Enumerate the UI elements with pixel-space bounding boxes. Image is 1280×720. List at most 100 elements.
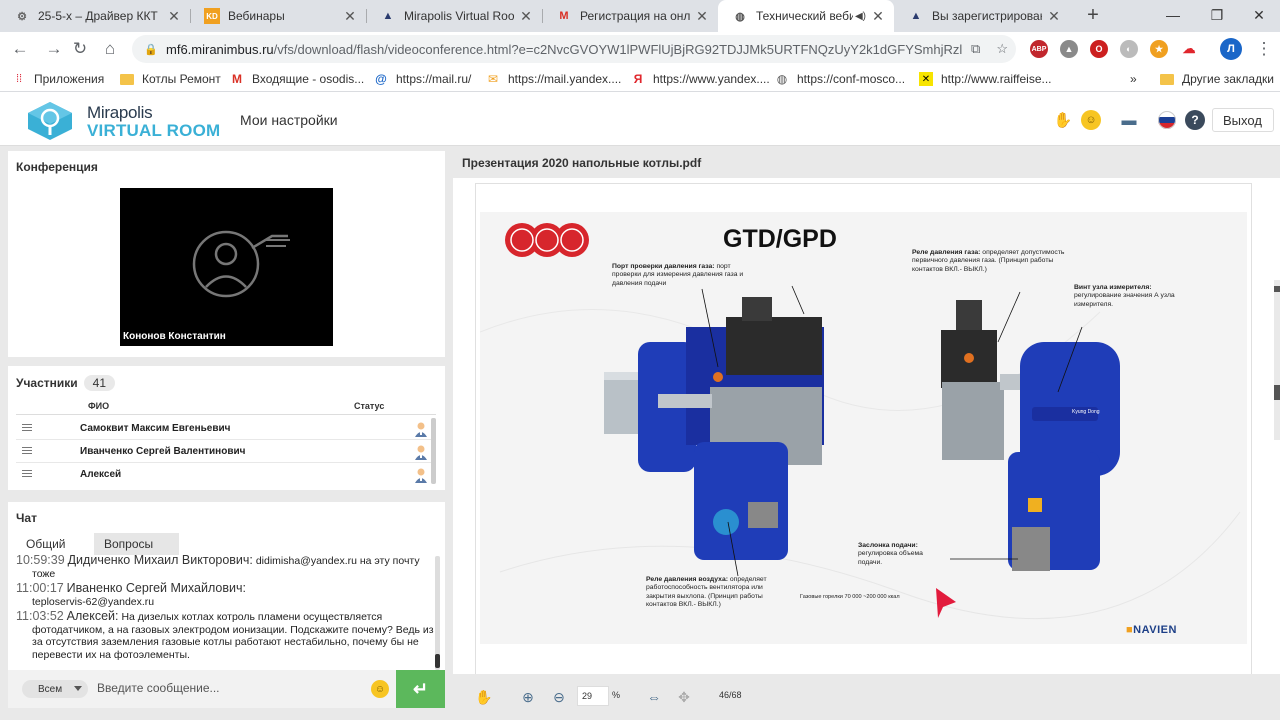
chat-title: Чат <box>16 511 37 525</box>
mirapolis-favicon-icon: ▲ <box>910 10 922 22</box>
participants-scrollbar[interactable] <box>431 418 436 484</box>
close-tab-icon[interactable]: ✕ <box>870 8 886 25</box>
browser-tab[interactable]: ▲ Вы зарегистрированы ✕ <box>894 0 1070 32</box>
zoom-out-icon[interactable]: ⊖ <box>550 688 568 706</box>
pan-hand-icon[interactable]: ✋ <box>475 688 493 706</box>
new-tab-button[interactable]: + <box>1082 4 1104 26</box>
restore-window-button[interactable]: ❐ <box>1196 0 1238 30</box>
lock-icon: 🔒 <box>144 43 158 56</box>
language-flag-icon[interactable] <box>1157 110 1177 130</box>
emoji-status-icon[interactable]: ☺ <box>1081 110 1101 130</box>
drag-handle-icon[interactable] <box>22 424 32 433</box>
browser-tab[interactable]: KD Вебинары ✕ <box>190 0 366 32</box>
zoom-in-icon[interactable]: ⊕ <box>519 688 537 706</box>
shield-extension-icon[interactable]: ◐ <box>1120 40 1138 58</box>
chat-scrollbar-thumb[interactable] <box>435 654 440 668</box>
column-header-name[interactable]: ФИО <box>88 401 109 411</box>
home-icon[interactable]: ⌂ <box>98 38 122 60</box>
bookmark-link[interactable]: @ https://mail.ru/ <box>374 70 471 88</box>
bookmark-folder[interactable]: Котлы Ремонт <box>120 70 221 88</box>
reload-icon[interactable]: ↻ <box>68 38 92 60</box>
bookmark-link[interactable]: ✕ http://www.raiffeise... <box>919 70 1052 88</box>
presentation-header: Презентация 2020 напольные котлы.pdf <box>453 146 1280 178</box>
folder-icon <box>1160 72 1174 86</box>
my-settings-link[interactable]: Мои настройки <box>240 112 338 128</box>
kd-favicon-icon: KD <box>204 8 220 24</box>
bookmark-link[interactable]: ◍ https://conf-mosco... <box>775 70 905 88</box>
participant-row[interactable]: Иванченко Сергей Валентинович <box>16 440 436 463</box>
app-logo-text: Mirapolis VIRTUAL ROOM <box>87 103 221 140</box>
tab-chat-questions[interactable]: Вопросы <box>94 533 179 555</box>
bookmark-link[interactable]: Я https://www.yandex.... <box>631 70 770 88</box>
drag-handle-icon[interactable] <box>22 470 32 479</box>
bookmark-link[interactable]: ✉ https://mail.yandex.... <box>486 70 621 88</box>
adblock-extension-icon[interactable]: ABP <box>1030 40 1048 58</box>
profile-avatar[interactable]: Л <box>1220 38 1242 60</box>
close-tab-icon[interactable]: ✕ <box>518 8 534 25</box>
minimize-window-button[interactable]: — <box>1152 0 1194 30</box>
close-tab-icon[interactable]: ✕ <box>342 8 358 25</box>
next-slide-preview-marker[interactable] <box>1274 286 1280 292</box>
drag-handle-icon[interactable] <box>22 447 32 456</box>
presenter-pointer-icon <box>936 588 956 618</box>
bookmark-star-icon[interactable]: ☆ <box>996 41 1008 57</box>
chat-message: 11:03:52 Алексей: На дизелых котлах котр… <box>16 609 434 661</box>
user-avatar-placeholder-icon <box>192 230 290 298</box>
logout-button[interactable]: Выход <box>1212 108 1274 132</box>
bookmark-apps[interactable]: ⁞⁞ Приложения <box>12 70 104 88</box>
zoom-input[interactable]: 29 <box>577 686 609 706</box>
bookmarks-overflow-button[interactable]: » <box>1130 70 1137 88</box>
browser-tab[interactable]: ▲ Mirapolis Virtual Room ✕ <box>366 0 542 32</box>
slide-canvas: GTD/GPD Порт проверки давления газа: пор… <box>480 212 1247 644</box>
participants-table-header: ФИО Статус <box>16 399 436 415</box>
speaker-audio-icon[interactable]: ◀) <box>855 11 866 22</box>
zoom-unit: % <box>612 690 621 700</box>
close-tab-icon[interactable]: ✕ <box>166 8 182 25</box>
close-window-button[interactable]: ✕ <box>1238 0 1280 30</box>
callout-damper: Заслонка подачи: регулировка объема пода… <box>858 542 923 566</box>
slide-artwork <box>480 223 1241 620</box>
browser-tab-active[interactable]: ◍ Технический веби ◀) ✕ <box>718 0 894 32</box>
browser-tab[interactable]: M Регистрация на онлайн ✕ <box>542 0 718 32</box>
close-tab-icon[interactable]: ✕ <box>694 8 710 25</box>
callout-meter-screw: Винт узла измерителя: регулирование знач… <box>1074 284 1175 308</box>
opera-extension-icon[interactable]: O <box>1090 40 1108 58</box>
forward-arrow-icon[interactable]: → <box>42 38 66 60</box>
cloud-extension-icon[interactable]: ☁ <box>1180 40 1198 58</box>
fit-page-icon[interactable]: ✥ <box>675 688 693 706</box>
next-slide-preview-marker[interactable] <box>1274 385 1280 400</box>
folder-icon <box>120 72 134 86</box>
gmail-icon: M <box>232 72 242 86</box>
message-input[interactable]: Введите сообщение... <box>97 681 220 695</box>
chat-scrollbar-track[interactable] <box>435 556 440 670</box>
site-blocked-icon[interactable]: ⧉ <box>971 41 980 57</box>
menu-kebab-icon[interactable]: ⋮ <box>1252 38 1276 60</box>
yandex-mail-icon: ✉ <box>487 72 499 86</box>
certification-badges-icon <box>505 223 589 257</box>
recipient-select[interactable]: Всем <box>22 680 88 698</box>
raise-hand-icon[interactable]: ✋ <box>1053 110 1073 130</box>
url-text[interactable]: mf6.miranimbus.ru/vfs/download/flash/vid… <box>166 42 963 57</box>
close-tab-icon[interactable]: ✕ <box>1046 8 1062 25</box>
tab-title: Вебинары <box>228 9 285 23</box>
bookmark-link[interactable]: M Входящие - osodis... <box>230 70 364 88</box>
browser-tab[interactable]: ⚙ 25-5-х – Драйвер ККТ ✕ <box>0 0 190 32</box>
address-bar[interactable]: 🔒 mf6.miranimbus.ru/vfs/download/flash/v… <box>132 35 1016 63</box>
column-header-status[interactable]: Статус <box>354 401 384 411</box>
translate-extension-icon[interactable]: ★ <box>1150 40 1168 58</box>
other-bookmarks-folder[interactable]: Другие закладки <box>1160 70 1274 88</box>
back-arrow-icon[interactable]: ← <box>8 38 32 60</box>
emoji-picker-icon[interactable]: ☺ <box>371 680 389 698</box>
send-message-button[interactable]: ↵ <box>396 670 445 708</box>
folder-files-icon[interactable]: ▬ <box>1119 110 1139 130</box>
tab-chat-general[interactable]: Общий <box>16 533 76 555</box>
video-feed[interactable]: Кононов Константин <box>120 188 333 346</box>
mailru-icon: @ <box>375 72 387 86</box>
participant-row[interactable]: Самоквит Максим Евгеньевич <box>16 417 436 440</box>
fit-width-icon[interactable]: ⇔ <box>645 688 663 706</box>
drive-extension-icon[interactable]: ▲ <box>1060 40 1078 58</box>
participant-name: Иванченко Сергей Валентинович <box>80 446 246 457</box>
participant-row[interactable]: Алексей <box>16 463 436 486</box>
burner-gtd-illustration <box>604 285 824 577</box>
help-icon[interactable]: ? <box>1185 110 1205 130</box>
